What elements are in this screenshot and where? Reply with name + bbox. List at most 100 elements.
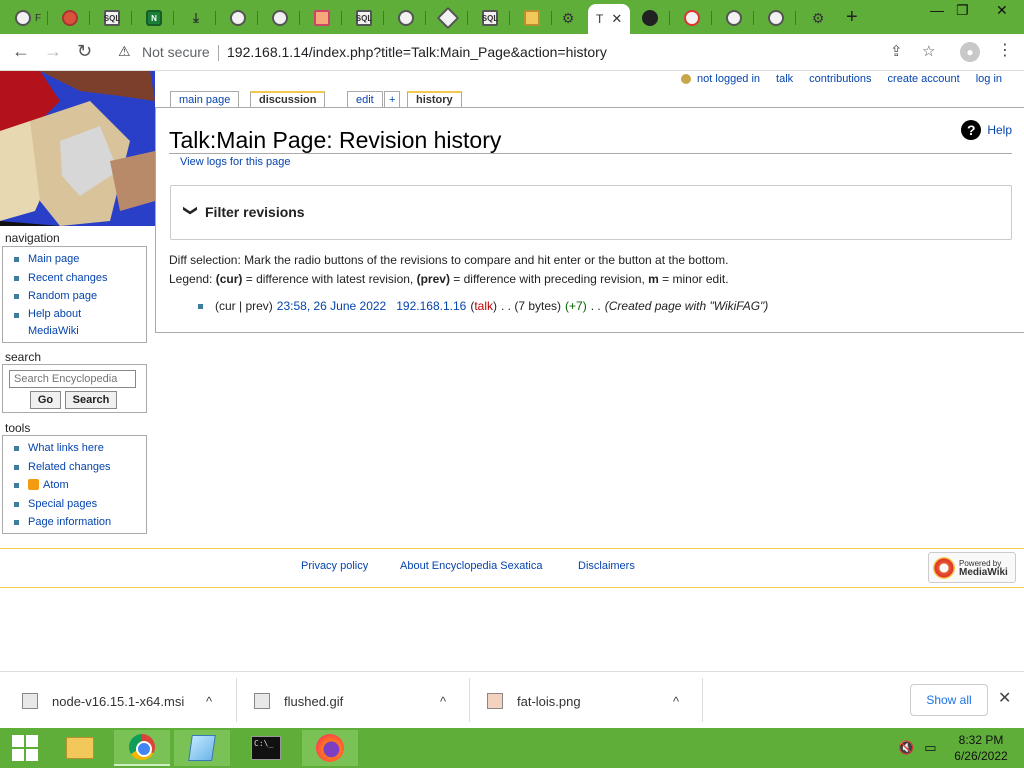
- create-account-link[interactable]: create account: [888, 73, 960, 85]
- taskbar-notepad[interactable]: [174, 730, 230, 766]
- close-tab-icon[interactable]: ✕: [611, 11, 622, 27]
- app-icon: [314, 10, 330, 26]
- chevron-up-icon[interactable]: ^: [206, 694, 212, 709]
- revision-date-link[interactable]: 23:58, 26 June 2022: [277, 299, 386, 313]
- download-filename: node-v16.15.1-x64.msi: [52, 693, 185, 709]
- browser-tab[interactable]: [302, 4, 342, 32]
- revision-comment: (Created page with "WikiFAG"): [604, 299, 769, 313]
- browser-tab[interactable]: SQL: [92, 4, 132, 32]
- sidebar-item-page-information[interactable]: Page information: [11, 513, 146, 532]
- browser-tab[interactable]: [50, 4, 90, 32]
- bookmark-star-icon[interactable]: ☆: [922, 42, 935, 60]
- log-in-link[interactable]: log in: [976, 73, 1002, 85]
- download-item[interactable]: node-v16.15.1-x64.msi ^: [22, 680, 232, 722]
- active-browser-tab[interactable]: T ✕: [588, 4, 630, 34]
- omnibox[interactable]: ⚠ Not secure 192.168.1.14/index.php?titl…: [110, 39, 950, 66]
- browser-tab[interactable]: [630, 4, 670, 32]
- warning-icon[interactable]: ⚠: [118, 43, 131, 60]
- sidebar-item-main-page[interactable]: Main page: [11, 250, 146, 269]
- browser-tab[interactable]: SQL: [470, 4, 510, 32]
- go-button[interactable]: Go: [30, 391, 61, 409]
- reload-button[interactable]: ↻: [77, 41, 92, 62]
- browser-tab[interactable]: [428, 4, 468, 32]
- system-clock[interactable]: 8:32 PM 6/26/2022: [946, 732, 1016, 764]
- filter-revisions-title[interactable]: Filter revisions: [205, 204, 305, 220]
- new-tab-button[interactable]: +: [846, 6, 858, 29]
- taskbar-command-prompt[interactable]: C:\_: [238, 730, 294, 766]
- browser-tab[interactable]: [672, 4, 712, 32]
- search-input[interactable]: [9, 370, 136, 388]
- browser-tab[interactable]: [756, 4, 796, 32]
- maximize-button[interactable]: ❐: [956, 2, 969, 19]
- notepad-icon: [188, 735, 216, 761]
- browser-tab[interactable]: [386, 4, 426, 32]
- volume-muted-icon[interactable]: 🔇: [898, 740, 914, 756]
- tab-history[interactable]: history: [407, 91, 462, 107]
- taskbar-firefox[interactable]: [302, 730, 358, 766]
- content-area: Talk:Main Page: Revision history ? Help …: [155, 107, 1024, 333]
- minimize-button[interactable]: —: [930, 2, 944, 18]
- network-icon[interactable]: ▭: [924, 740, 936, 756]
- browser-tab[interactable]: [512, 4, 552, 32]
- contributions-link[interactable]: contributions: [809, 73, 871, 85]
- browser-tab[interactable]: [714, 4, 754, 32]
- url-text[interactable]: 192.168.1.14/index.php?title=Talk:Main_P…: [227, 44, 607, 60]
- tab-discussion[interactable]: discussion: [250, 91, 326, 107]
- help-link[interactable]: ? Help: [961, 120, 1012, 140]
- sidebar-item-atom[interactable]: Atom: [11, 476, 146, 495]
- powered-by-mediawiki-badge[interactable]: Powered by MediaWiki: [928, 552, 1016, 583]
- browser-tab[interactable]: F: [8, 4, 48, 32]
- download-item[interactable]: flushed.gif ^: [254, 680, 464, 722]
- start-button[interactable]: [0, 730, 50, 766]
- sidebar-item-recent-changes[interactable]: Recent changes: [11, 269, 146, 288]
- taskbar-chrome[interactable]: [114, 730, 170, 766]
- tab-edit[interactable]: edit: [347, 91, 383, 107]
- share-icon[interactable]: ⇪: [890, 42, 903, 60]
- rss-feed-icon: [28, 479, 39, 490]
- sidebar-item-special-pages[interactable]: Special pages: [11, 495, 146, 514]
- revision-user-link[interactable]: 192.168.1.16: [396, 299, 466, 313]
- chevron-down-icon[interactable]: ❯: [182, 205, 199, 217]
- talk-link[interactable]: talk: [776, 73, 793, 85]
- download-item[interactable]: fat-lois.png ^: [487, 680, 697, 722]
- sidebar-item-random-page[interactable]: Random page: [11, 287, 146, 306]
- revision-size: . . (7 bytes): [501, 299, 562, 313]
- browser-tab[interactable]: ⤓: [176, 4, 216, 32]
- security-status[interactable]: Not secure: [142, 44, 210, 60]
- search-button[interactable]: Search: [65, 391, 117, 409]
- tab-main-page[interactable]: main page: [170, 91, 240, 107]
- browser-tab[interactable]: ⚙: [548, 4, 588, 32]
- sidebar-item-related-changes[interactable]: Related changes: [11, 458, 146, 477]
- chevron-up-icon[interactable]: ^: [673, 694, 679, 709]
- help-icon: ?: [961, 120, 982, 140]
- tab-add-section[interactable]: +: [384, 91, 401, 107]
- terminal-icon: C:\_: [251, 736, 281, 760]
- view-logs-link[interactable]: View logs for this page: [180, 156, 290, 168]
- browser-tab[interactable]: SQL: [344, 4, 384, 32]
- browser-tab[interactable]: [260, 4, 300, 32]
- filter-revisions-panel[interactable]: ❯ Filter revisions: [170, 185, 1012, 240]
- browser-menu-icon[interactable]: ⋮: [997, 40, 1013, 60]
- sidebar-item-help[interactable]: Help about MediaWiki: [11, 306, 146, 340]
- bullet: [198, 303, 203, 309]
- privacy-policy-link[interactable]: Privacy policy: [301, 560, 368, 572]
- divider: [469, 678, 470, 722]
- chevron-up-icon[interactable]: ^: [440, 694, 446, 709]
- profile-avatar[interactable]: ●: [960, 42, 980, 62]
- taskbar-file-explorer[interactable]: [58, 730, 102, 766]
- person-icon: ●: [966, 45, 974, 59]
- about-link[interactable]: About Encyclopedia Sexatica: [400, 560, 542, 572]
- sidebar-item-label: Main page: [28, 253, 80, 265]
- close-window-button[interactable]: ✕: [996, 2, 1008, 19]
- show-all-button[interactable]: Show all: [910, 684, 988, 716]
- browser-tab[interactable]: ⚙: [798, 4, 838, 32]
- disclaimers-link[interactable]: Disclaimers: [578, 560, 635, 572]
- back-button[interactable]: ←: [12, 41, 30, 62]
- forward-button[interactable]: →: [44, 41, 62, 62]
- browser-tab[interactable]: N: [134, 4, 174, 32]
- user-talk-link[interactable]: talk: [474, 299, 493, 313]
- sidebar-item-what-links-here[interactable]: What links here: [11, 439, 146, 458]
- browser-tab[interactable]: [218, 4, 258, 32]
- close-icon[interactable]: ✕: [998, 688, 1011, 708]
- site-logo[interactable]: [0, 71, 155, 226]
